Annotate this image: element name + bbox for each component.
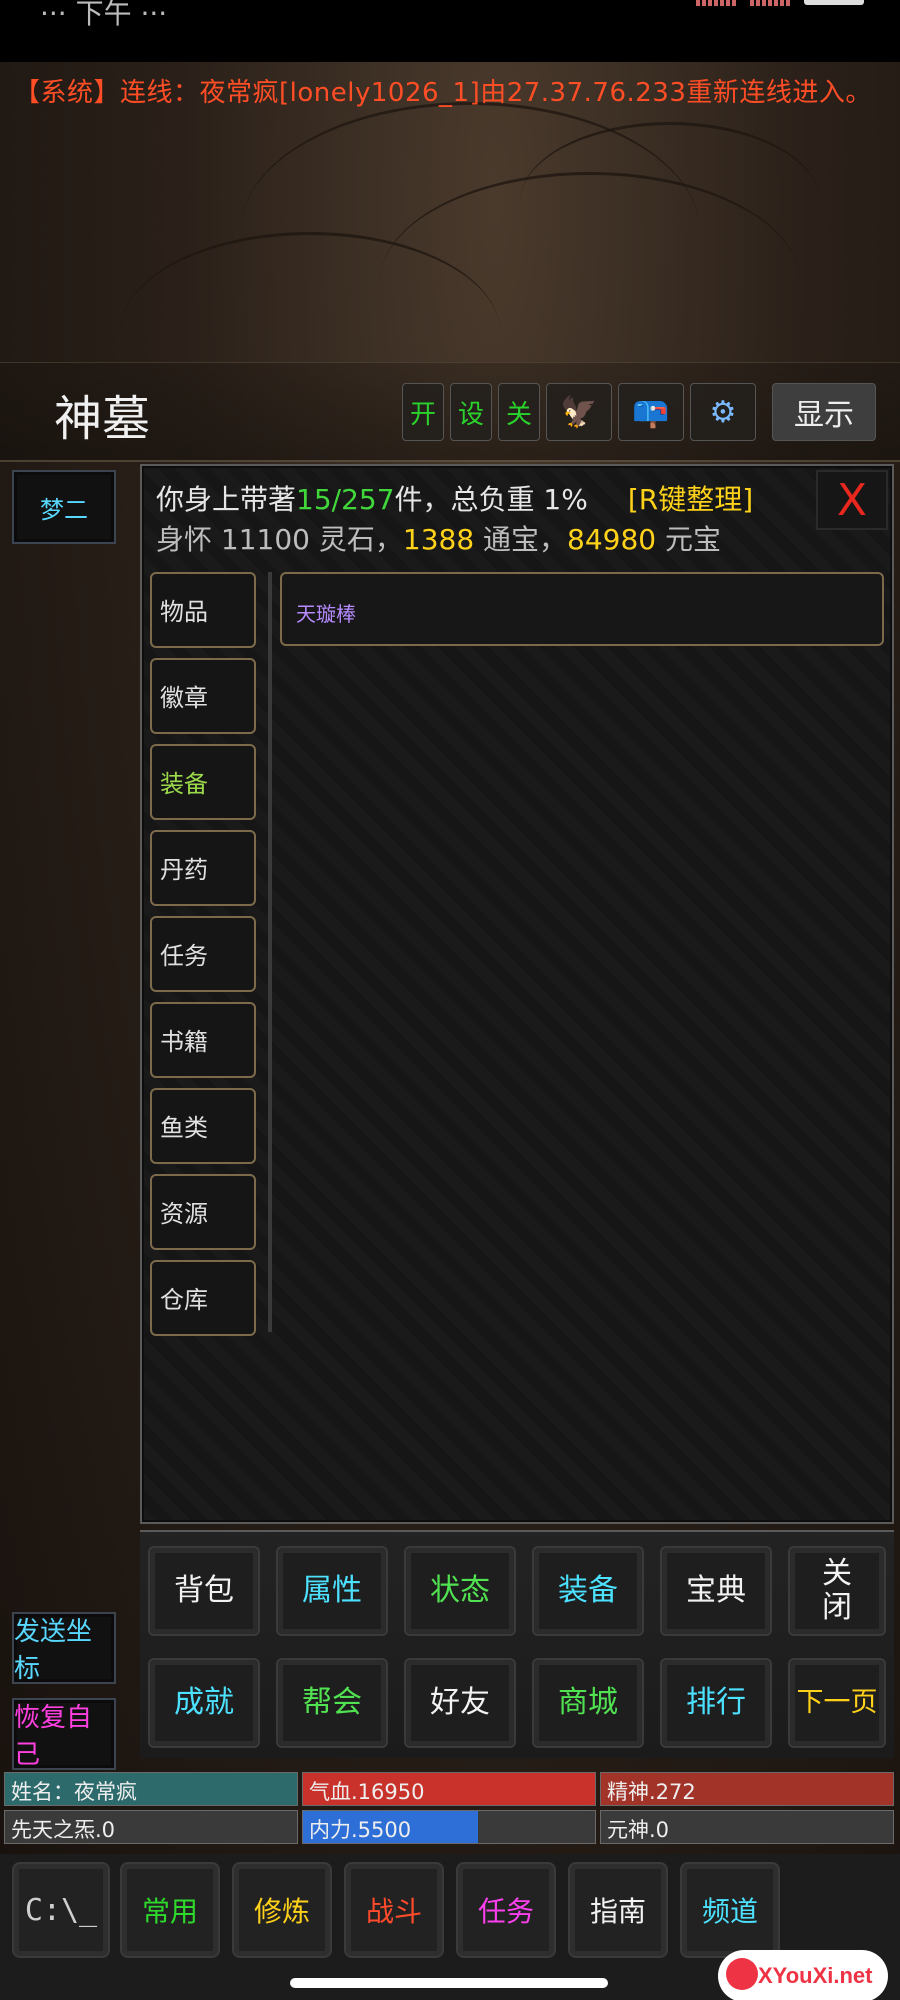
system-message: 【系统】连线：夜常疯[lonely1026_1]由27.37.76.233重新连… — [14, 78, 872, 108]
close-panel-button[interactable]: X — [816, 470, 888, 530]
status-bar: ··· 下午 ··· — [0, 0, 900, 62]
restore-self-button[interactable]: 恢复自己 — [12, 1698, 116, 1770]
send-coordinates-button[interactable]: 发送坐标 — [12, 1612, 116, 1684]
shop-button[interactable]: 商城 — [532, 1658, 644, 1748]
status-time: ··· 下午 ··· — [40, 0, 168, 30]
category-fish[interactable]: 鱼类 — [150, 1088, 256, 1164]
bag-button[interactable]: 背包 — [148, 1546, 260, 1636]
friends-button[interactable]: 好友 — [404, 1658, 516, 1748]
signal-icon — [696, 0, 736, 6]
close-text-button[interactable]: 关 — [498, 383, 540, 441]
close-menu-button[interactable]: 关闭 — [788, 1546, 886, 1636]
battery-icon — [804, 0, 864, 5]
map-name: 神墓 — [54, 391, 151, 447]
partner-button[interactable]: 梦二 — [12, 470, 116, 544]
ranking-button[interactable]: 排行 — [660, 1658, 772, 1748]
carry-summary: 你身上带著15/257件，总负重 1% [R键整理] — [156, 483, 754, 516]
category-scrollbar[interactable] — [268, 572, 272, 1332]
nav-channel[interactable]: 频道 — [680, 1862, 780, 1958]
currency-summary: 身怀 11100 灵石，1388 通宝，84980 元宝 — [156, 523, 722, 556]
inventory-panel: 你身上带著15/257件，总负重 1% [R键整理] 身怀 11100 灵石，13… — [140, 464, 894, 1524]
category-quests[interactable]: 任务 — [150, 916, 256, 992]
category-resources[interactable]: 资源 — [150, 1174, 256, 1250]
status-button[interactable]: 状态 — [404, 1546, 516, 1636]
nav-quests[interactable]: 任务 — [456, 1862, 556, 1958]
watermark-logo: XYouXi.net — [718, 1950, 888, 2000]
signal-icon-2 — [750, 0, 790, 6]
treasure-book-button[interactable]: 宝典 — [660, 1546, 772, 1636]
gear-icon[interactable]: ⚙ — [690, 383, 756, 441]
category-badges[interactable]: 徽章 — [150, 658, 256, 734]
home-indicator[interactable] — [290, 1978, 608, 1988]
watermark-icon — [726, 1958, 758, 1990]
guild-button[interactable]: 帮会 — [276, 1658, 388, 1748]
show-button[interactable]: 显示 — [772, 383, 876, 441]
map-bar: 神墓 开 设 关 🦅 📪 ⚙ 显示 — [0, 362, 900, 462]
stat-mana: 内力.5500 — [302, 1810, 596, 1844]
attributes-button[interactable]: 属性 — [276, 1546, 388, 1636]
equipment-button[interactable]: 装备 — [532, 1546, 644, 1636]
stat-spirit: 精神.272 — [600, 1772, 894, 1806]
list-item[interactable]: 天璇棒 — [280, 572, 884, 646]
sort-button[interactable]: [R键整理] — [628, 483, 753, 516]
nav-common[interactable]: 常用 — [120, 1862, 220, 1958]
settings-text-button[interactable]: 设 — [450, 383, 492, 441]
status-icons — [696, 0, 864, 6]
eagle-icon[interactable]: 🦅 — [546, 383, 612, 441]
top-toolbar: 开 设 关 🦅 📪 ⚙ 显示 — [402, 383, 876, 441]
category-pills[interactable]: 丹药 — [150, 830, 256, 906]
achievements-button[interactable]: 成就 — [148, 1658, 260, 1748]
character-stats: 姓名：夜常疯 气血.16950 精神.272 先天之炁.0 内力.5500 元神… — [0, 1772, 900, 1848]
next-page-button[interactable]: 下一页 — [788, 1658, 886, 1748]
stat-soul: 元神.0 — [600, 1810, 894, 1844]
nav-battle[interactable]: 战斗 — [344, 1862, 444, 1958]
nav-guide[interactable]: 指南 — [568, 1862, 668, 1958]
category-storage[interactable]: 仓库 — [150, 1260, 256, 1336]
category-list: 物品 徽章 装备 丹药 任务 书籍 鱼类 资源 仓库 — [150, 572, 256, 1346]
tongbao-value: 1388 — [402, 523, 475, 556]
yuanbao-value: 84980 — [567, 523, 657, 556]
category-equipment[interactable]: 装备 — [150, 744, 256, 820]
stat-innate-qi: 先天之炁.0 — [4, 1810, 298, 1844]
open-button[interactable]: 开 — [402, 383, 444, 441]
item-count: 15/257 — [296, 483, 395, 516]
category-books[interactable]: 书籍 — [150, 1002, 256, 1078]
console-button[interactable]: C:\_ — [12, 1862, 110, 1958]
category-items[interactable]: 物品 — [150, 572, 256, 648]
function-buttons: 背包 属性 状态 装备 宝典 关闭 成就 帮会 好友 商城 排行 下一页 — [140, 1530, 894, 1758]
stat-hp: 气血.16950 — [302, 1772, 596, 1806]
stat-name: 姓名：夜常疯 — [4, 1772, 298, 1806]
nav-cultivate[interactable]: 修炼 — [232, 1862, 332, 1958]
mailbox-icon[interactable]: 📪 — [618, 383, 684, 441]
